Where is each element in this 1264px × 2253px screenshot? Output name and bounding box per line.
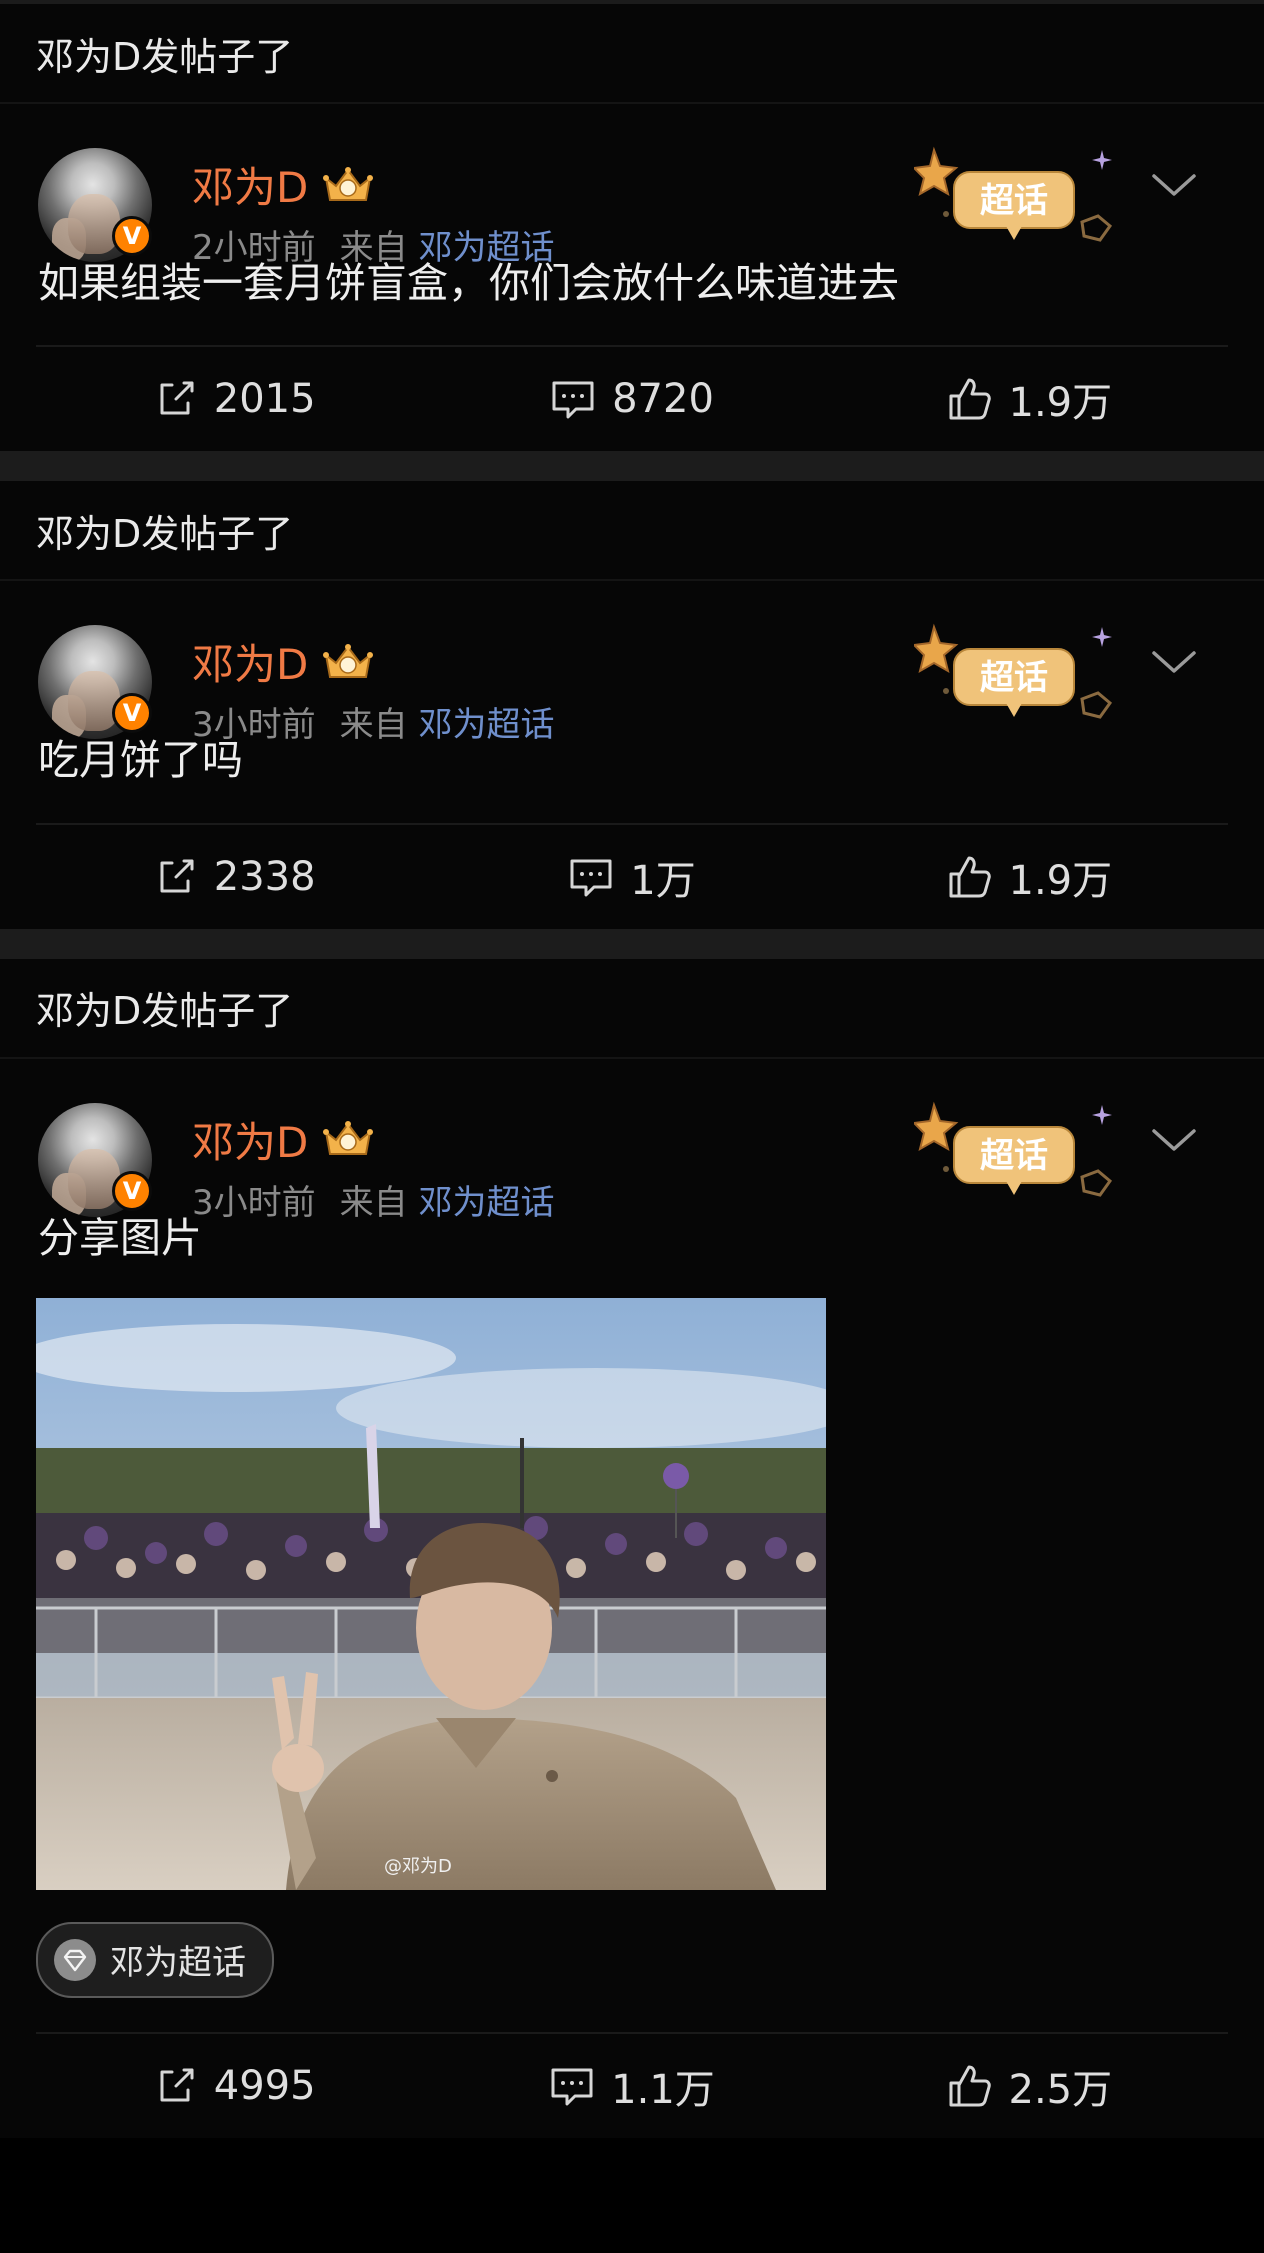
repost-button[interactable]: 2015 — [36, 376, 433, 422]
repost-count: 2338 — [213, 853, 316, 900]
topic-chip-label: 邓为超话 — [110, 1943, 246, 1984]
like-count: 2.5万 — [1008, 2066, 1113, 2113]
card-separator — [0, 451, 1264, 482]
chevron-down-icon[interactable] — [1150, 1125, 1198, 1155]
source-link[interactable]: 邓为超话 — [418, 228, 554, 268]
comment-count: 8720 — [612, 376, 714, 423]
chaohua-badge[interactable]: 超话 — [911, 617, 1124, 737]
repost-icon — [160, 859, 194, 892]
source-prefix: 来自 — [339, 705, 408, 746]
diamond-icon — [54, 1938, 96, 1981]
repost-button[interactable]: 4995 — [36, 2063, 433, 2109]
comment-button[interactable]: 8720 — [433, 376, 830, 422]
repost-icon — [160, 381, 194, 415]
verified-badge: V — [112, 216, 152, 256]
source-link[interactable]: 邓为超话 — [418, 705, 554, 745]
like-button[interactable]: 1.9万 — [831, 370, 1228, 428]
comment-icon — [552, 381, 594, 419]
thumbs-up-icon — [949, 856, 991, 897]
repost-icon — [160, 2068, 194, 2102]
card-header-title: 邓为D发帖子了 — [0, 4, 1264, 104]
thumbs-up-icon — [949, 2065, 991, 2107]
source-prefix: 来自 — [339, 1182, 408, 1223]
like-button[interactable]: 2.5万 — [831, 2057, 1228, 2115]
like-count: 1.9万 — [1008, 380, 1113, 427]
post-card[interactable]: 邓为D发帖子了 V 邓为D 3小时前 来自 邓为超话 超话 — [0, 481, 1264, 929]
crown-level-icon — [322, 164, 374, 206]
source-link[interactable]: 邓为超话 — [418, 1183, 554, 1223]
repost-count: 2015 — [213, 376, 316, 423]
post-card[interactable]: 邓为D发帖子了 V 邓为D 2小时前 来自 邓为超话 超话 如果组装一套月饼盲盒… — [0, 4, 1264, 452]
verified-badge: V — [112, 693, 152, 734]
card-separator — [0, 928, 1264, 959]
chevron-down-icon[interactable] — [1150, 647, 1198, 677]
chaohua-badge-label: 超话 — [980, 181, 1048, 221]
source-prefix: 来自 — [339, 228, 408, 268]
verified-badge: V — [112, 1170, 152, 1211]
comment-button[interactable]: 1.1万 — [433, 2057, 830, 2115]
repost-button[interactable]: 2338 — [36, 854, 433, 900]
author-name[interactable]: 邓为D — [192, 1109, 308, 1170]
comment-count: 1.1万 — [611, 2066, 715, 2113]
action-bar: 2338 1万 1.9万 — [36, 822, 1228, 929]
comment-count: 1万 — [630, 857, 696, 904]
post-time: 3小时前 — [192, 705, 316, 746]
crown-level-icon — [322, 1118, 374, 1160]
post-time: 3小时前 — [192, 1182, 316, 1223]
repost-count: 4995 — [213, 2062, 316, 2109]
author-name[interactable]: 邓为D — [192, 631, 308, 692]
card-header-title: 邓为D发帖子了 — [0, 481, 1264, 582]
comment-icon — [551, 2068, 593, 2106]
chaohua-badge-label: 超话 — [980, 658, 1048, 698]
chaohua-badge[interactable]: 超话 — [911, 1095, 1124, 1215]
crown-level-icon — [322, 641, 374, 683]
like-button[interactable]: 1.9万 — [831, 848, 1228, 906]
action-bar: 2015 8720 1.9万 — [36, 345, 1228, 451]
like-count: 1.9万 — [1008, 857, 1113, 904]
card-header-title: 邓为D发帖子了 — [0, 959, 1264, 1059]
post-time: 2小时前 — [192, 228, 316, 268]
action-bar: 4995 1.1万 2.5万 — [36, 2031, 1228, 2138]
chaohua-badge[interactable]: 超话 — [911, 140, 1124, 260]
image-watermark: @邓为D — [384, 1856, 452, 1877]
topic-chip[interactable]: 邓为超话 — [36, 1921, 274, 1998]
post-meta: 3小时前 来自 邓为超话 — [192, 1175, 554, 1224]
post-photo[interactable]: @邓为D — [36, 1297, 826, 1890]
comment-icon — [570, 859, 612, 896]
comment-button[interactable]: 1万 — [433, 848, 830, 906]
author-name[interactable]: 邓为D — [192, 154, 308, 215]
chaohua-badge-label: 超话 — [980, 1136, 1048, 1176]
chevron-down-icon[interactable] — [1150, 170, 1198, 200]
post-meta: 2小时前 来自 邓为超话 — [192, 220, 554, 269]
post-meta: 3小时前 来自 邓为超话 — [192, 697, 554, 746]
post-card[interactable]: 邓为D发帖子了 V 邓为D 3小时前 来自 邓为超话 超话 — [0, 958, 1264, 2138]
thumbs-up-icon — [949, 378, 991, 420]
